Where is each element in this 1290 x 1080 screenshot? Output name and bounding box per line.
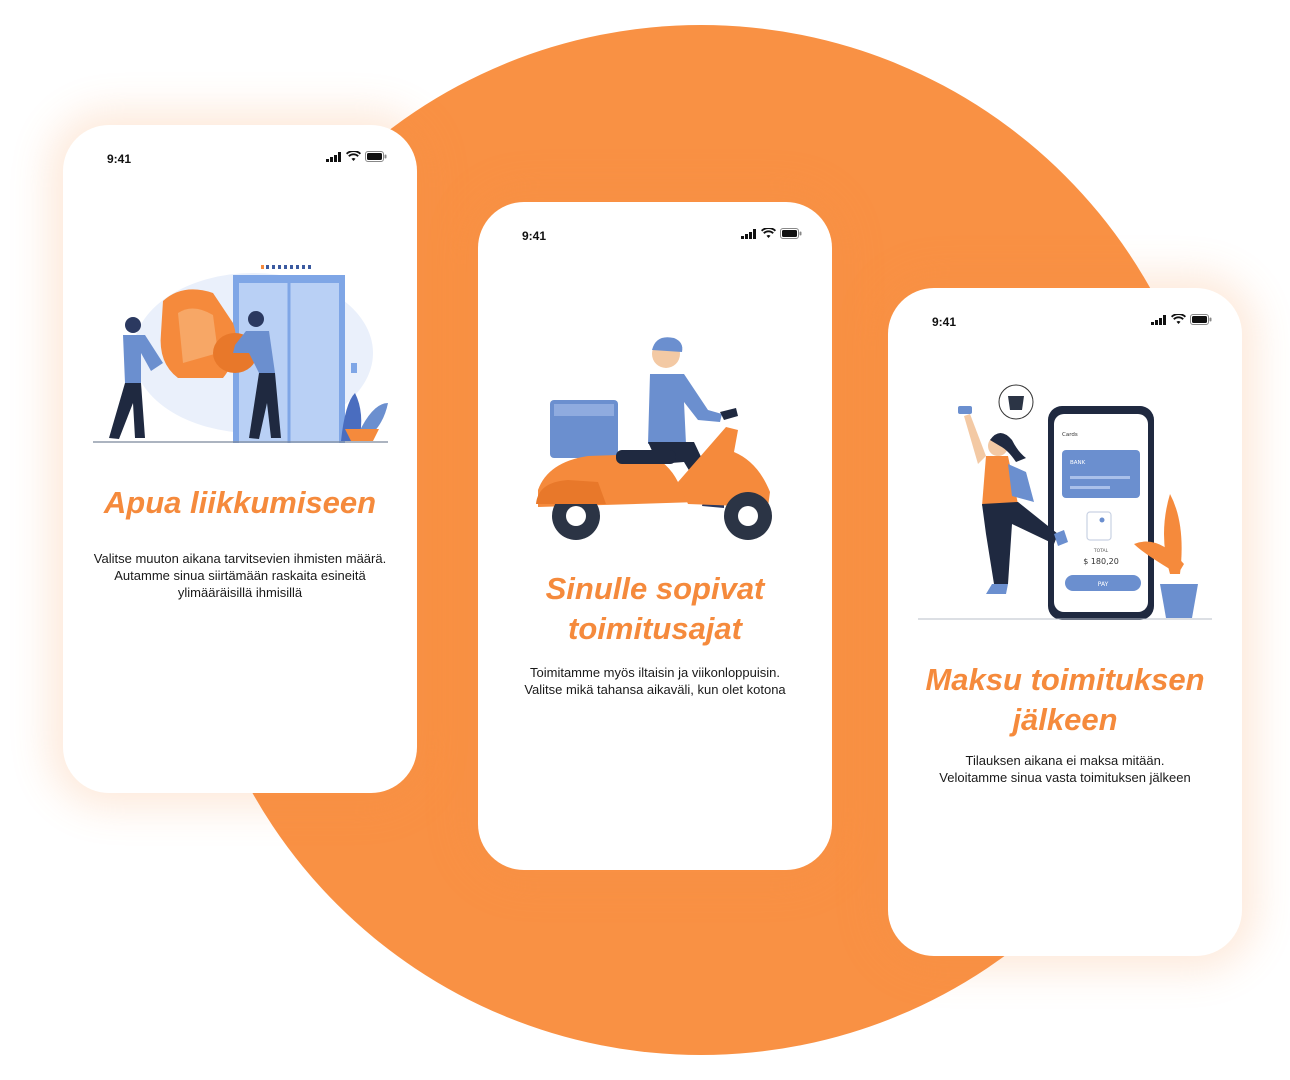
screen-title: Sinulle sopivat toimitusajat	[488, 569, 822, 649]
status-bar: 9:41	[63, 149, 417, 169]
description-line: Valitse mikä tahansa aikaväli, kun olet …	[524, 682, 786, 697]
mock-total-amount: $ 180,20	[1083, 557, 1119, 566]
screen-description: Tilauksen aikana ei maksa mitään. Veloit…	[902, 752, 1228, 786]
status-bar: 9:41	[478, 226, 832, 246]
status-icons	[741, 228, 802, 239]
courier-on-scooter-icon	[536, 337, 772, 540]
signal-icon	[1151, 314, 1166, 325]
description-line: Autamme sinua siirtämään raskaita esinei…	[114, 568, 366, 583]
battery-icon	[1190, 314, 1212, 325]
screen-title: Maksu toimituksen jälkeen	[898, 660, 1232, 740]
status-bar: 9:41	[888, 312, 1242, 332]
description-line: Tilauksen aikana ei maksa mitään.	[965, 753, 1165, 768]
status-time: 9:41	[522, 229, 547, 243]
title-line: Sinulle sopivat	[545, 571, 765, 606]
screen-description: Valitse muuton aikana tarvitsevien ihmis…	[77, 550, 403, 601]
signal-icon	[741, 228, 756, 239]
battery-icon	[780, 228, 802, 239]
mock-total-label: TOTAL	[1093, 548, 1109, 554]
wifi-icon	[346, 151, 361, 161]
description-line: Veloitamme sinua vasta toimituksen jälke…	[939, 770, 1191, 785]
status-time: 9:41	[107, 152, 132, 166]
phone-screen-moving-help: 9:41 Apua liikkumiseen Valitse muuton ai…	[63, 125, 417, 793]
movers-illustration	[83, 253, 397, 453]
signal-icon	[326, 151, 341, 162]
description-line: Valitse muuton aikana tarvitsevien ihmis…	[93, 551, 387, 566]
mock-pay-button: PAY	[1098, 581, 1109, 588]
title-line: Maksu toimituksen	[925, 662, 1205, 697]
onboarding-showcase: 9:41 Apua liikkumiseen Valitse muuton ai…	[0, 0, 1290, 1080]
movers-carrying-armchair-icon	[93, 265, 388, 443]
description-line: ylimääräisillä ihmisillä	[177, 585, 303, 600]
phone-screen-delivery-times: 9:41 Sinulle sopivat toimitusajat Toimit…	[478, 202, 832, 870]
status-time: 9:41	[932, 315, 957, 329]
payment-illustration: Cards BANK TOTAL $ 180,20 PAY	[908, 384, 1222, 624]
description-line: Toimitamme myös iltaisin ja viikonloppui…	[530, 665, 780, 680]
wifi-icon	[761, 228, 776, 238]
woman-paying-with-phone-icon: Cards BANK TOTAL $ 180,20 PAY	[918, 384, 1212, 620]
screen-title: Apua liikkumiseen	[103, 485, 377, 520]
mock-bank-label: BANK	[1070, 460, 1086, 466]
mock-cards-header: Cards	[1062, 432, 1078, 438]
screen-description: Toimitamme myös iltaisin ja viikonloppui…	[492, 664, 818, 698]
scooter-illustration	[498, 332, 812, 547]
phone-screen-payment-after-delivery: 9:41 Cards BANK TOTAL $ 180,20 PAY Maksu…	[888, 288, 1242, 956]
title-line: toimitusajat	[568, 611, 742, 646]
wifi-icon	[1171, 314, 1186, 324]
battery-icon	[365, 151, 387, 162]
title-line: jälkeen	[1012, 702, 1118, 737]
status-icons	[1151, 314, 1212, 325]
status-icons	[326, 151, 387, 162]
